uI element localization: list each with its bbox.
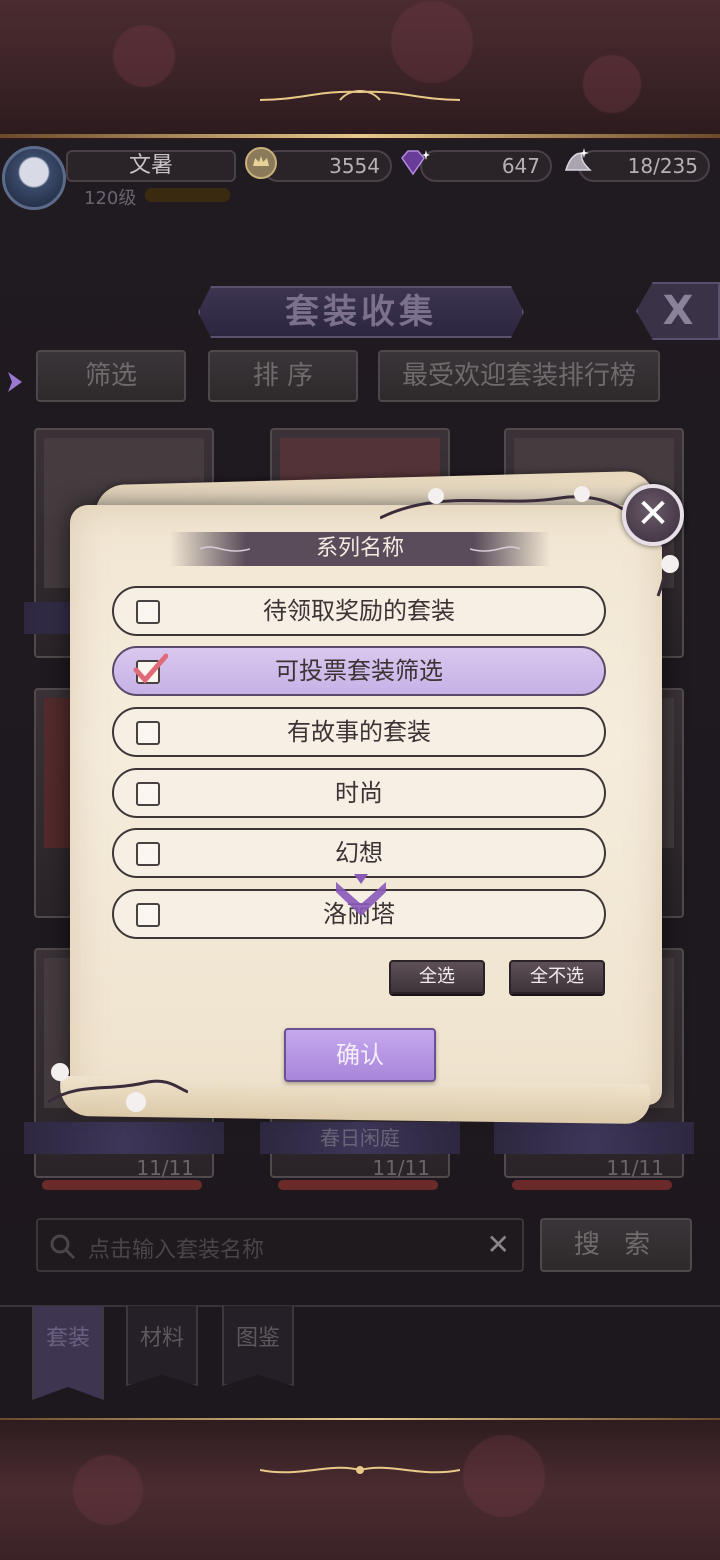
flourish-right-icon <box>470 546 520 552</box>
checkbox[interactable] <box>136 721 160 745</box>
rose-vine-decoration <box>48 1063 188 1112</box>
dialog-title-text: 系列名称 <box>315 536 404 561</box>
filter-option-fantasy[interactable]: 幻想 <box>112 828 606 878</box>
filter-option-votable[interactable]: 可投票套装筛选 <box>112 646 606 696</box>
option-label: 时尚 <box>335 779 383 807</box>
select-all-button[interactable]: 全选 <box>389 960 485 994</box>
option-label: 待领取奖励的套装 <box>263 597 455 625</box>
confirm-button[interactable]: 确认 <box>284 1028 436 1082</box>
option-label: 可投票套装筛选 <box>275 657 443 685</box>
filter-option-pending-reward[interactable]: 待领取奖励的套装 <box>112 586 606 636</box>
checkbox[interactable] <box>136 600 160 624</box>
filter-option-fashion[interactable]: 时尚 <box>112 768 606 818</box>
checkbox[interactable] <box>136 903 160 927</box>
option-label: 幻想 <box>335 839 383 867</box>
checkmark-icon <box>133 653 168 684</box>
checkbox[interactable] <box>136 842 160 866</box>
option-label: 有故事的套装 <box>287 718 431 746</box>
filter-option-with-story[interactable]: 有故事的套装 <box>112 707 606 757</box>
checkbox[interactable] <box>136 782 160 806</box>
dialog-close-button[interactable]: ✕ <box>622 484 684 546</box>
flourish-left-icon <box>200 546 250 552</box>
dialog-title: 系列名称 <box>170 532 550 566</box>
scroll-down-arrow-icon[interactable] <box>332 872 390 922</box>
deselect-all-button[interactable]: 全不选 <box>509 960 605 994</box>
